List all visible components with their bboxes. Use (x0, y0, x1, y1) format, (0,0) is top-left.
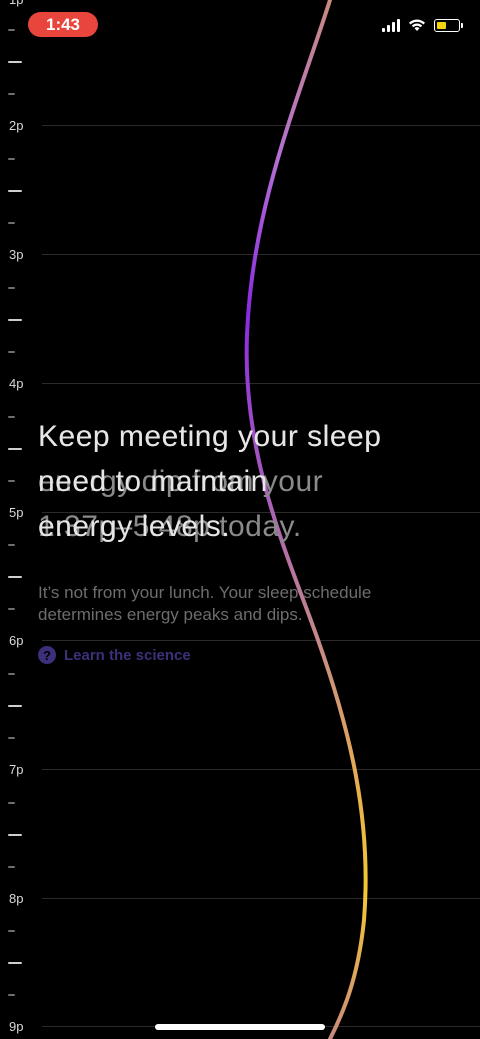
headline-front: Keep meeting your sleep need to maintain… (38, 414, 381, 549)
headline-front-line: need to maintain (38, 465, 268, 498)
headline-stack: Keep meeting your sleep energy dip from … (38, 414, 448, 554)
wifi-icon (409, 19, 425, 31)
status-time[interactable]: 1:43 (28, 12, 98, 37)
status-bar: 1:43 (0, 0, 480, 48)
home-indicator[interactable] (155, 1024, 325, 1030)
subtitle: It’s not from your lunch. Your sleep sch… (38, 583, 372, 624)
help-icon: ? (38, 646, 56, 664)
headline-front-line: Keep meeting your sleep (38, 420, 382, 453)
insight-content: Keep meeting your sleep energy dip from … (38, 414, 448, 664)
learn-the-science-link[interactable]: ? Learn the science (38, 646, 448, 664)
status-icons (382, 18, 463, 32)
cellular-signal-icon (382, 18, 400, 32)
headline-front-line: energy levels. (38, 510, 231, 543)
battery-icon (434, 18, 463, 32)
learn-link-label: Learn the science (64, 646, 191, 664)
